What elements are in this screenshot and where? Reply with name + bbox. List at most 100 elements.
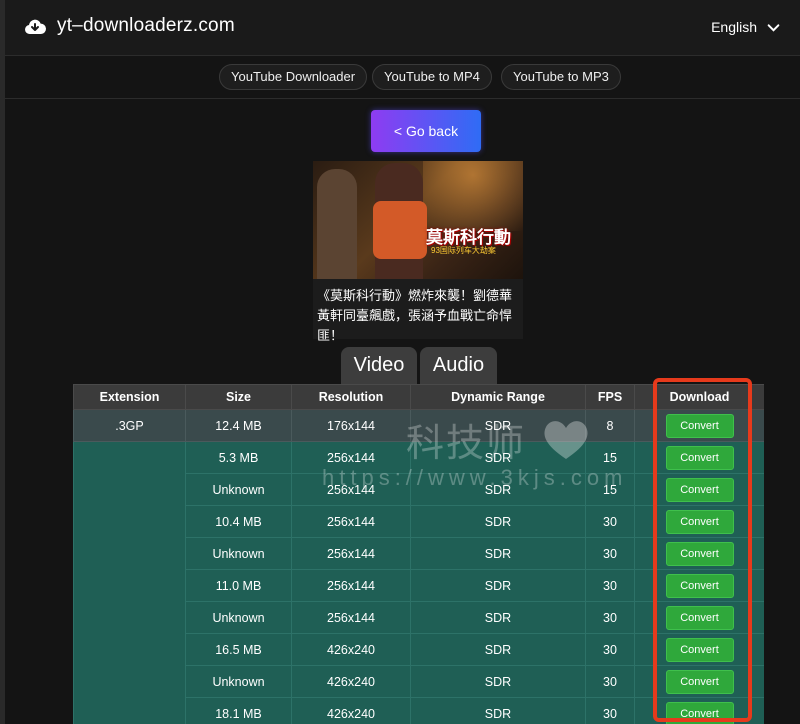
extension-cell bbox=[73, 473, 186, 506]
resolution-cell: 256x144 bbox=[291, 505, 411, 538]
dynamic-range-cell: SDR bbox=[410, 569, 586, 602]
table-row: Unknown 256x144 SDR 30 Convert bbox=[73, 537, 764, 570]
site-title[interactable]: yt–downloaderz.com bbox=[57, 15, 235, 37]
dynamic-range-cell: SDR bbox=[410, 665, 586, 698]
convert-button[interactable]: Convert bbox=[665, 445, 734, 470]
extension-cell bbox=[73, 601, 186, 634]
dynamic-range-cell: SDR bbox=[410, 633, 586, 666]
table-row: 10.4 MB 256x144 SDR 30 Convert bbox=[73, 505, 764, 538]
table-row: Unknown 426x240 SDR 30 Convert bbox=[73, 665, 764, 698]
fps-cell: 8 bbox=[585, 409, 635, 442]
table-row: 5.3 MB 256x144 SDR 15 Convert bbox=[73, 441, 764, 474]
column-header: Resolution bbox=[291, 384, 411, 410]
extension-cell bbox=[73, 633, 186, 666]
fps-cell: 15 bbox=[585, 441, 635, 474]
download-cell: Convert bbox=[634, 505, 764, 538]
download-cell: Convert bbox=[634, 633, 764, 666]
fps-cell: 30 bbox=[585, 505, 635, 538]
fps-cell: 30 bbox=[585, 633, 635, 666]
thumbnail-figure bbox=[317, 169, 357, 279]
convert-button[interactable]: Convert bbox=[665, 573, 734, 598]
column-header: Dynamic Range bbox=[410, 384, 586, 410]
site-header: yt–downloaderz.com English bbox=[5, 0, 800, 56]
resolution-cell: 426x240 bbox=[291, 665, 411, 698]
extension-cell: .3GP bbox=[73, 409, 186, 442]
size-cell: 10.4 MB bbox=[185, 505, 292, 538]
size-cell: 18.1 MB bbox=[185, 697, 292, 724]
dynamic-range-cell: SDR bbox=[410, 473, 586, 506]
tab-audio[interactable]: Audio bbox=[420, 347, 497, 384]
fps-cell: 30 bbox=[585, 697, 635, 724]
table-row: Unknown 256x144 SDR 30 Convert bbox=[73, 601, 764, 634]
table-row: .3GP 12.4 MB 176x144 SDR 8 Convert bbox=[73, 409, 764, 442]
table-row: 11.0 MB 256x144 SDR 30 Convert bbox=[73, 569, 764, 602]
extension-cell bbox=[73, 697, 186, 724]
convert-button[interactable]: Convert bbox=[665, 701, 734, 724]
resolution-cell: 176x144 bbox=[291, 409, 411, 442]
size-cell: Unknown bbox=[185, 537, 292, 570]
resolution-cell: 426x240 bbox=[291, 697, 411, 724]
size-cell: Unknown bbox=[185, 473, 292, 506]
download-cell: Convert bbox=[634, 537, 764, 570]
extension-cell bbox=[73, 665, 186, 698]
thumbnail-subtitle: 93国际列车大劫案 bbox=[431, 246, 496, 255]
resolution-cell: 256x144 bbox=[291, 473, 411, 506]
column-header: Download bbox=[634, 384, 764, 410]
language-selector[interactable]: English bbox=[711, 19, 780, 35]
convert-button[interactable]: Convert bbox=[665, 413, 734, 438]
size-cell: 5.3 MB bbox=[185, 441, 292, 474]
download-cell: Convert bbox=[634, 697, 764, 724]
extension-cell bbox=[73, 505, 186, 538]
convert-button[interactable]: Convert bbox=[665, 669, 734, 694]
fps-cell: 15 bbox=[585, 473, 635, 506]
extension-cell bbox=[73, 569, 186, 602]
size-cell: Unknown bbox=[185, 665, 292, 698]
dynamic-range-cell: SDR bbox=[410, 697, 586, 724]
size-cell: 11.0 MB bbox=[185, 569, 292, 602]
convert-button[interactable]: Convert bbox=[665, 637, 734, 662]
convert-button[interactable]: Convert bbox=[665, 605, 734, 630]
column-header: FPS bbox=[585, 384, 635, 410]
size-cell: 12.4 MB bbox=[185, 409, 292, 442]
fps-cell: 30 bbox=[585, 601, 635, 634]
tab-video[interactable]: Video bbox=[341, 347, 417, 384]
nav-row: YouTube Downloader YouTube to MP4 YouTub… bbox=[5, 56, 800, 99]
table-row: Unknown 256x144 SDR 15 Convert bbox=[73, 473, 764, 506]
nav-youtube-downloader[interactable]: YouTube Downloader bbox=[219, 64, 368, 90]
table-row: 16.5 MB 426x240 SDR 30 Convert bbox=[73, 633, 764, 666]
resolution-cell: 256x144 bbox=[291, 537, 411, 570]
download-cell: Convert bbox=[634, 569, 764, 602]
extension-cell bbox=[73, 537, 186, 570]
resolution-cell: 426x240 bbox=[291, 633, 411, 666]
convert-button[interactable]: Convert bbox=[665, 477, 734, 502]
go-back-button[interactable]: < Go back bbox=[371, 110, 481, 152]
column-header: Size bbox=[185, 384, 292, 410]
cloud-download-icon[interactable] bbox=[23, 15, 47, 39]
download-cell: Convert bbox=[634, 473, 764, 506]
fps-cell: 30 bbox=[585, 665, 635, 698]
size-cell: Unknown bbox=[185, 601, 292, 634]
nav-youtube-to-mp3[interactable]: YouTube to MP3 bbox=[501, 64, 621, 90]
download-cell: Convert bbox=[634, 409, 764, 442]
fps-cell: 30 bbox=[585, 569, 635, 602]
thumbnail-jacket bbox=[373, 201, 427, 259]
download-cell: Convert bbox=[634, 441, 764, 474]
download-cell: Convert bbox=[634, 601, 764, 634]
dynamic-range-cell: SDR bbox=[410, 601, 586, 634]
size-cell: 16.5 MB bbox=[185, 633, 292, 666]
convert-button[interactable]: Convert bbox=[665, 509, 734, 534]
thumbnail-light bbox=[423, 161, 523, 231]
convert-button[interactable]: Convert bbox=[665, 541, 734, 566]
dynamic-range-cell: SDR bbox=[410, 537, 586, 570]
column-header: Extension bbox=[73, 384, 186, 410]
formats-table: Extension Size Resolution Dynamic Range … bbox=[73, 384, 764, 724]
nav-youtube-to-mp4[interactable]: YouTube to MP4 bbox=[372, 64, 492, 90]
extension-cell bbox=[73, 441, 186, 474]
resolution-cell: 256x144 bbox=[291, 601, 411, 634]
dynamic-range-cell: SDR bbox=[410, 409, 586, 442]
language-label: English bbox=[711, 19, 757, 35]
resolution-cell: 256x144 bbox=[291, 441, 411, 474]
dynamic-range-cell: SDR bbox=[410, 441, 586, 474]
video-caption: 《莫斯科行動》燃炸來襲！劉德華黃軒同臺飆戲，張涵予血戰亡命悍匪！ bbox=[313, 279, 523, 343]
resolution-cell: 256x144 bbox=[291, 569, 411, 602]
